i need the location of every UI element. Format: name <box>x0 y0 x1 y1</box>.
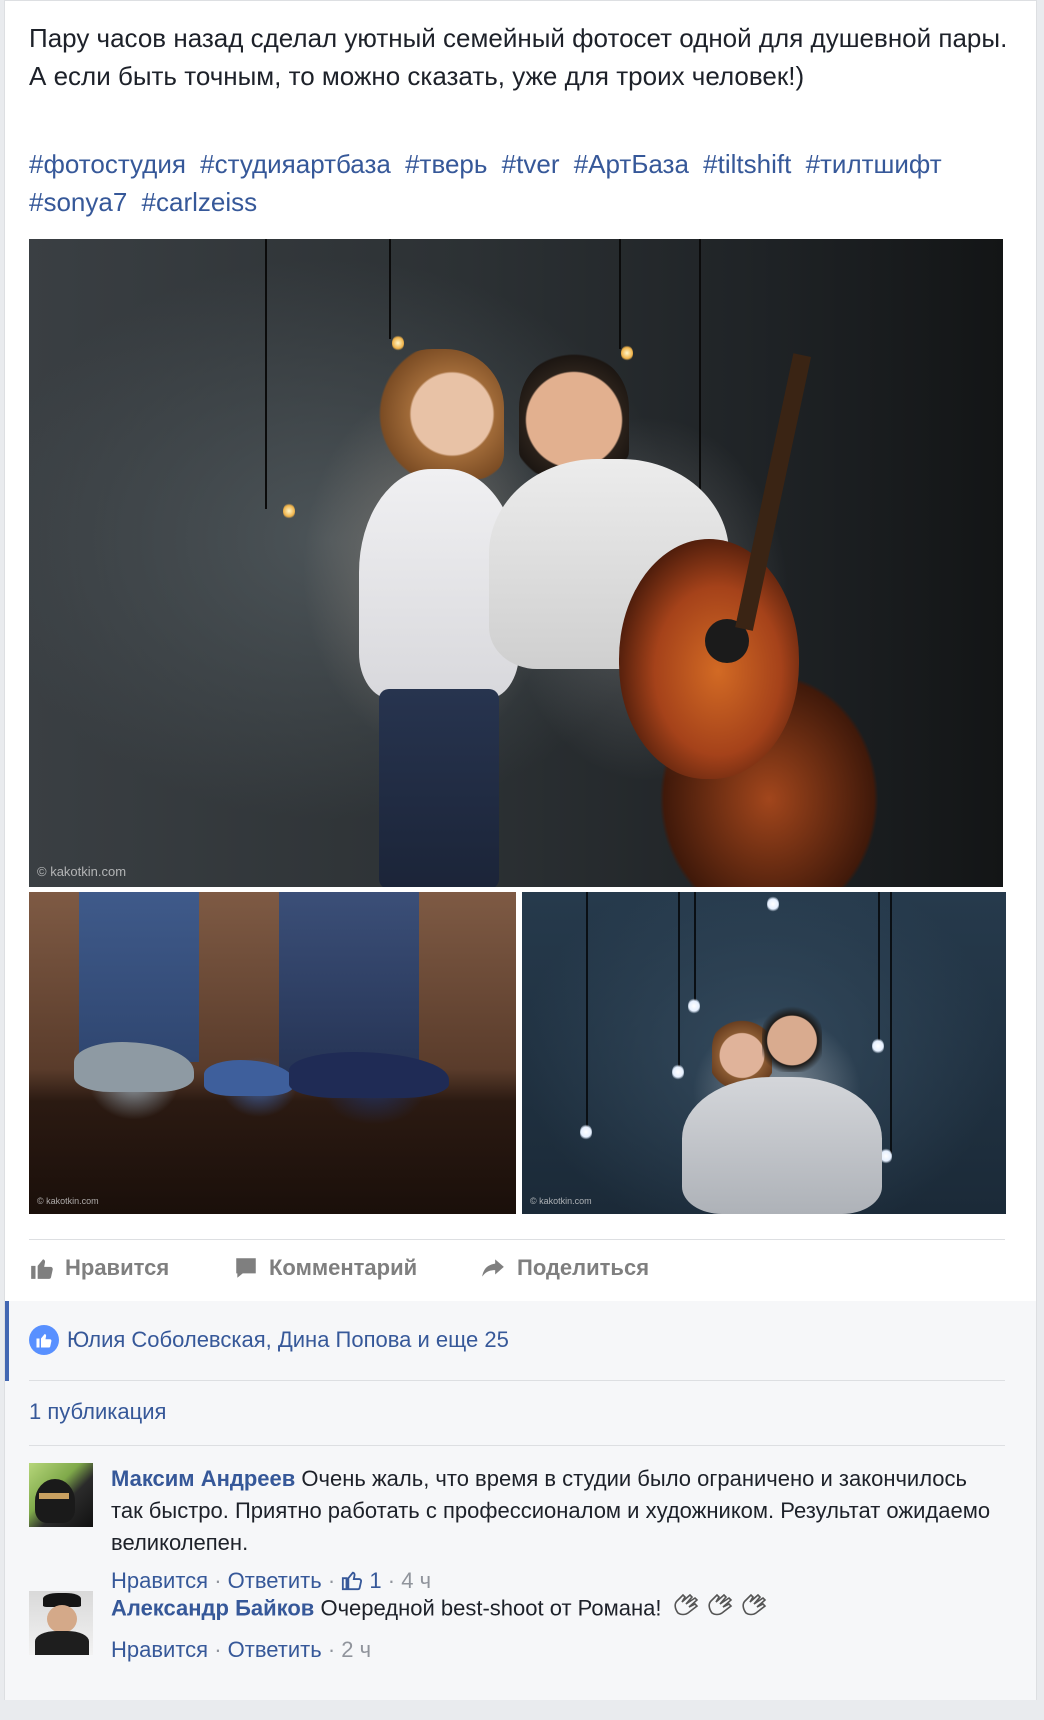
clapping-hands-icon <box>740 1591 770 1628</box>
lamp-wire <box>878 892 880 1042</box>
separator: · <box>387 1568 402 1593</box>
separator: · <box>214 1568 228 1593</box>
light-bulb <box>621 345 633 361</box>
likes-summary-text: Юлия Соболевская, Дина Попова и еще 25 <box>67 1327 509 1352</box>
light-bulb <box>688 998 700 1014</box>
main-photo[interactable]: © kakotkin.com <box>29 239 1003 887</box>
page-bottom-strip <box>0 1700 1044 1720</box>
shirt-print <box>584 489 664 559</box>
hashtag-link[interactable]: #тверь <box>405 149 487 179</box>
woman-legs <box>79 892 199 1062</box>
man-shoes <box>289 1052 449 1098</box>
photo-watermark: © kakotkin.com <box>37 864 127 879</box>
comment-timestamp[interactable]: 2 ч <box>341 1637 371 1662</box>
separator: · <box>214 1637 228 1662</box>
comment-like-link[interactable]: Нравится <box>111 1637 208 1662</box>
comment-like-count[interactable]: 1 <box>369 1568 381 1593</box>
lamp-wire <box>586 892 588 1132</box>
hashtag-list: #фотостудия #студияартбаза #тверь #tver … <box>29 145 1009 221</box>
likes-summary-bar: Юлия Соболевская, Дина Попова и еще 25 <box>5 1301 1036 1381</box>
post-card: Пару часов назад сделал уютный семейный … <box>4 0 1037 1701</box>
lamp-wire <box>699 239 701 509</box>
woman-jeans <box>379 689 499 887</box>
hashtag-link[interactable]: #студияартбаза <box>200 149 391 179</box>
photo-watermark: © kakotkin.com <box>37 1196 99 1206</box>
comment-like-link[interactable]: Нравится <box>111 1568 208 1593</box>
lamp-wire <box>389 239 391 339</box>
man-head <box>519 354 629 474</box>
comment-meta: Нравится · Ответить · 2 ч <box>111 1634 991 1666</box>
guitar-body <box>619 539 799 779</box>
avatar[interactable] <box>29 1463 93 1527</box>
hashtag-link[interactable]: #carlzeiss <box>142 187 258 217</box>
like-button-label: Нравится <box>65 1255 170 1280</box>
shares-count-link[interactable]: 1 публикация <box>29 1399 166 1425</box>
lamp-wire <box>265 239 267 509</box>
light-bulb <box>872 1038 884 1054</box>
man-head <box>762 1002 822 1072</box>
like-button[interactable]: Нравится <box>29 1255 169 1281</box>
clapping-hands-icon <box>706 1591 736 1628</box>
bulbs-photo[interactable]: © kakotkin.com <box>522 892 1006 1214</box>
avatar[interactable] <box>29 1591 93 1655</box>
hashtag-link[interactable]: #tiltshift <box>703 149 791 179</box>
comment-body: Александр Байков Очередной best-shoot от… <box>111 1591 991 1666</box>
feet-photo[interactable]: © kakotkin.com <box>29 892 516 1214</box>
separator: · <box>327 1568 342 1593</box>
comment-reply-link[interactable]: Ответить <box>228 1637 322 1662</box>
share-arrow-icon <box>482 1259 504 1277</box>
focus-accent <box>5 1301 9 1381</box>
hashtag-link[interactable]: #фотостудия <box>29 149 186 179</box>
divider <box>29 1445 1005 1446</box>
light-bulb <box>283 503 295 519</box>
light-bulb <box>672 1064 684 1080</box>
comments-section: 1 публикация Максим Андреев Очень жаль, … <box>5 1381 1036 1701</box>
photo-watermark: © kakotkin.com <box>530 1196 592 1206</box>
comment-text: Очередной best-shoot от Романа! <box>320 1595 662 1621</box>
thumbs-up-icon <box>31 1259 53 1279</box>
man-legs <box>279 892 419 1072</box>
share-button[interactable]: Поделиться <box>479 1255 649 1281</box>
comment-timestamp[interactable]: 4 ч <box>401 1568 431 1593</box>
clapping-hands-icon <box>672 1591 702 1628</box>
hashtag-link[interactable]: #АртБаза <box>574 149 689 179</box>
comment-author[interactable]: Максим Андреев <box>111 1466 295 1491</box>
couple-bodies <box>682 1077 882 1214</box>
hashtag-link[interactable]: #тилтшифт <box>806 149 942 179</box>
like-reaction-icon <box>29 1325 59 1355</box>
lamp-wire <box>619 239 621 349</box>
light-bulb <box>580 1124 592 1140</box>
post-action-bar: Нравится Комментарий Поделиться <box>29 1255 1005 1291</box>
hashtag-link[interactable]: #sonya7 <box>29 187 127 217</box>
light-bulb <box>767 896 779 912</box>
likes-summary[interactable]: Юлия Соболевская, Дина Попова и еще 25 <box>29 1325 509 1355</box>
comment-body: Максим Андреев Очень жаль, что время в с… <box>111 1463 991 1597</box>
lamp-wire <box>890 892 892 1154</box>
post-text: Пару часов назад сделал уютный семейный … <box>29 23 1008 91</box>
lamp-wire <box>678 892 680 1067</box>
comment-button-label: Комментарий <box>269 1255 418 1280</box>
divider <box>29 1239 1005 1240</box>
share-button-label: Поделиться <box>517 1255 650 1280</box>
woman-head <box>374 349 504 479</box>
comment-author[interactable]: Александр Байков <box>111 1595 314 1620</box>
hashtag-link[interactable]: #tver <box>502 149 560 179</box>
lamp-wire <box>694 892 696 1002</box>
thumbs-up-outline-icon <box>342 1571 363 1591</box>
light-bulb <box>392 335 404 351</box>
comment-reply-link[interactable]: Ответить <box>228 1568 322 1593</box>
comment-button[interactable]: Комментарий <box>233 1255 417 1281</box>
separator: · <box>327 1637 342 1662</box>
speech-bubble-icon <box>236 1258 256 1278</box>
